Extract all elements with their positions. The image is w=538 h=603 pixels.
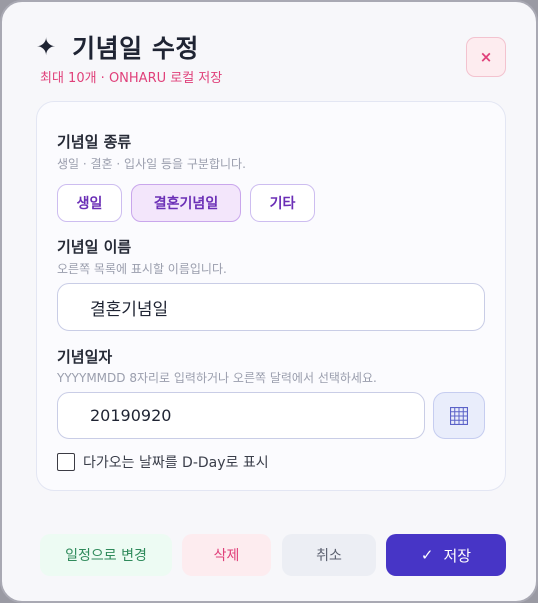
save-button-label: 저장 [443, 546, 472, 565]
dialog-subtitle: 최대 10개 · ONHARU 로컬 저장 [40, 71, 223, 86]
convert-to-schedule-button[interactable]: 일정으로 변경 [40, 534, 172, 576]
dday-label: 다가오는 날짜를 D-Day로 표시 [83, 455, 269, 471]
dday-toggle-row[interactable]: 다가오는 날짜를 D-Day로 표시 [57, 452, 269, 472]
save-button[interactable]: ✓ 저장 [386, 534, 506, 576]
name-input[interactable]: 결혼기념일 [57, 283, 485, 331]
check-icon: ✓ [420, 546, 434, 564]
date-label: 기념일자 [57, 348, 113, 366]
chip-other[interactable]: 기타 [250, 184, 315, 222]
edit-anniversary-dialog: ✦ 기념일 수정 최대 10개 · ONHARU 로컬 저장 × 기념일 종류 … [0, 0, 538, 603]
form-card: 기념일 종류 생일 · 결혼 · 입사일 등을 구분합니다. 생일 결혼기념일 … [36, 101, 506, 491]
dday-checkbox[interactable] [57, 453, 75, 471]
calendar-grid-icon [450, 406, 468, 425]
delete-button[interactable]: 삭제 [182, 534, 271, 576]
name-hint: 오른쪽 목록에 표시할 이름입니다. [57, 262, 227, 276]
type-label: 기념일 종류 [57, 133, 132, 151]
name-label: 기념일 이름 [57, 238, 132, 256]
calendar-button[interactable] [433, 392, 485, 439]
close-button[interactable]: × [466, 37, 506, 77]
cancel-button[interactable]: 취소 [282, 534, 376, 576]
date-input[interactable]: 20190920 [57, 392, 425, 439]
dialog-title: 기념일 수정 [72, 34, 199, 63]
close-icon: × [479, 48, 493, 66]
sparkle-icon: ✦ [36, 33, 57, 61]
type-hint: 생일 · 결혼 · 입사일 등을 구분합니다. [57, 157, 246, 171]
date-hint: YYYYMMDD 8자리로 입력하거나 오른쪽 달력에서 선택하세요. [57, 371, 377, 385]
dialog-header: ✦ 기념일 수정 [36, 30, 199, 64]
chip-wedding-anniversary[interactable]: 결혼기념일 [131, 184, 241, 222]
chip-birthday[interactable]: 생일 [57, 184, 122, 222]
